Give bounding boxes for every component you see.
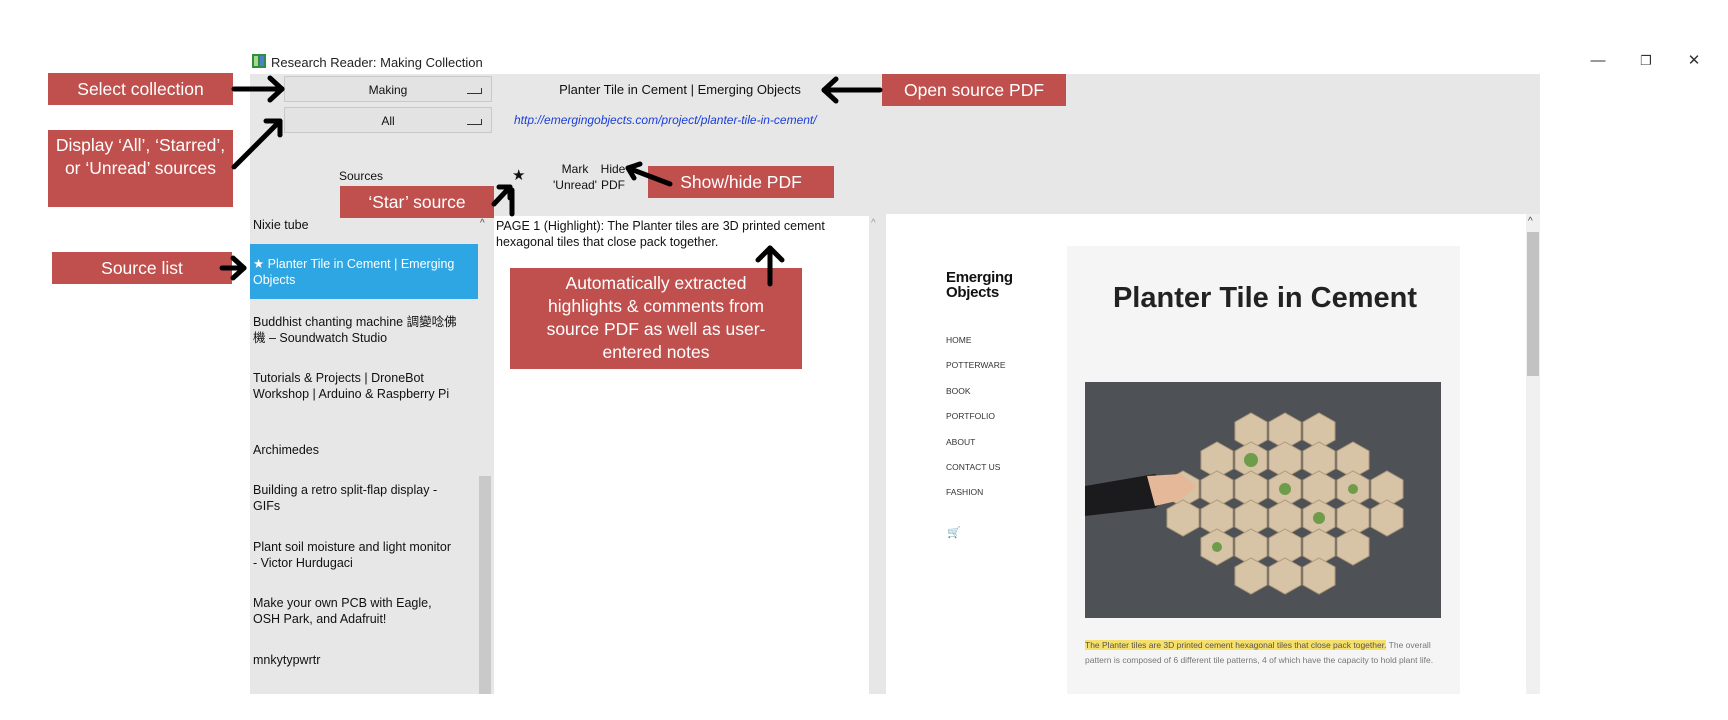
star-button[interactable]: ★ — [512, 166, 525, 184]
filter-select[interactable]: All — [284, 107, 492, 133]
list-item-selected[interactable]: ★ Planter Tile in Cement | Emerging Obje… — [250, 244, 478, 299]
source-list-scroll-thumb[interactable] — [479, 476, 491, 694]
callout-display-filter: Display ‘All’, ‘Starred’, or ‘Unread’ so… — [48, 130, 233, 207]
pdf-logo-line-1: Emerging — [946, 269, 1013, 286]
list-item[interactable]: Archimedes — [253, 442, 458, 458]
scroll-up-icon[interactable]: ^ — [480, 218, 485, 229]
list-item[interactable]: Make your own PCB with Eagle, OSH Park, … — [253, 595, 458, 627]
pdf-nav-item: CONTACT US — [946, 462, 1001, 472]
scroll-up-icon[interactable]: ^ — [871, 218, 876, 229]
list-item[interactable]: Nixie tube — [253, 217, 458, 233]
notes-text[interactable]: PAGE 1 (Highlight): The Planter tiles ar… — [496, 218, 866, 250]
list-item[interactable]: Building a retro split-flap display - GI… — [253, 482, 458, 514]
hide-pdf-label-1: Hide — [600, 162, 626, 176]
pdf-paragraph: The Planter tiles are 3D printed cement … — [1085, 638, 1445, 668]
pdf-nav-item: BOOK — [946, 386, 971, 396]
hide-pdf-label-2: PDF — [601, 178, 625, 192]
dropdown-icon — [467, 119, 482, 125]
source-url-link[interactable]: http://emergingobjects.com/project/plant… — [514, 113, 817, 127]
pdf-logo-line-2: Objects — [946, 284, 999, 301]
planter-tile-photo — [1085, 382, 1441, 618]
mark-unread-label-1: Mark — [561, 162, 589, 176]
mark-unread-button[interactable]: Mark 'Unread' — [553, 161, 597, 193]
sources-header: Sources — [339, 169, 384, 183]
callout-show-hide-pdf: Show/hide PDF — [648, 166, 834, 198]
window-title: Research Reader: Making Collection — [271, 55, 483, 70]
collection-select[interactable]: Making — [284, 76, 492, 102]
filter-select-value: All — [381, 114, 395, 128]
dropdown-icon — [467, 88, 482, 94]
scroll-up-icon[interactable]: ^ — [1528, 216, 1533, 227]
pdf-heading: Planter Tile in Cement — [1112, 282, 1418, 314]
callout-star-source: ‘Star’ source — [340, 186, 494, 218]
close-button[interactable]: ✕ — [1680, 50, 1708, 72]
callout-select-collection: Select collection — [48, 73, 233, 105]
list-item[interactable]: Tutorials & Projects | DroneBot Workshop… — [253, 370, 458, 402]
mark-unread-label-2: 'Unread' — [553, 178, 597, 192]
app-icon — [252, 54, 266, 68]
minimize-button[interactable]: — — [1584, 50, 1612, 72]
pdf-nav-item: POTTERWARE — [946, 360, 1006, 370]
list-item[interactable]: Plant soil moisture and light monitor - … — [253, 539, 458, 571]
source-title-button[interactable]: Planter Tile in Cement | Emerging Object… — [500, 82, 860, 97]
pdf-site-logo: Emerging Objects — [946, 270, 1013, 300]
callout-source-list: Source list — [52, 252, 232, 284]
list-item[interactable]: mnkytypwrtr — [253, 652, 458, 668]
pdf-highlight: The Planter tiles are 3D printed cement … — [1085, 640, 1387, 650]
callout-open-source-pdf: Open source PDF — [882, 74, 1066, 106]
pdf-nav-item: PORTFOLIO — [946, 411, 995, 421]
cart-icon: 🛒 — [947, 527, 961, 539]
pdf-nav-item: ABOUT — [946, 437, 976, 447]
source-list: Nixie tube ★ Planter Tile in Cement | Em… — [250, 214, 478, 694]
hide-pdf-button[interactable]: Hide PDF — [598, 161, 628, 193]
callout-auto-extracted: Automatically extracted highlights & com… — [510, 268, 802, 369]
pdf-nav-item: FASHION — [946, 487, 984, 497]
collection-select-value: Making — [368, 83, 408, 97]
pdf-scroll-thumb[interactable] — [1527, 232, 1539, 376]
list-item[interactable]: Buddhist chanting machine 調變唸佛機 – Soundw… — [253, 314, 458, 346]
restore-button[interactable]: ❐ — [1632, 50, 1660, 72]
pdf-nav-item: HOME — [946, 335, 972, 345]
